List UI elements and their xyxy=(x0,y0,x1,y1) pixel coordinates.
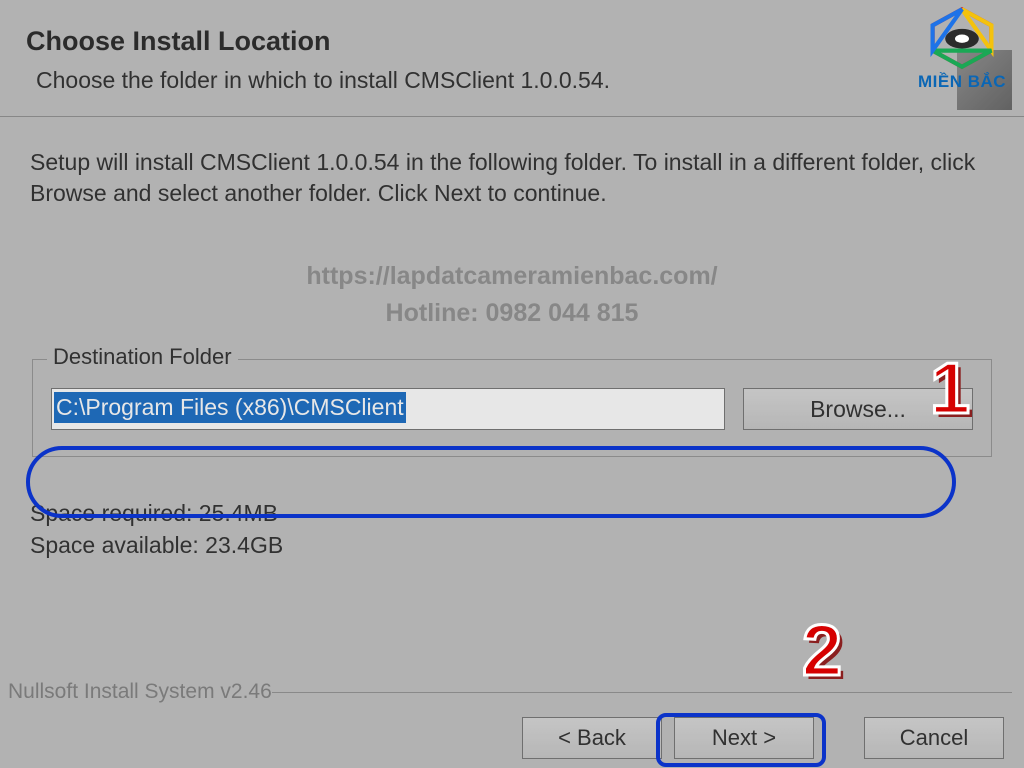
install-path-input[interactable]: C:\Program Files (x86)\CMSClient xyxy=(51,388,725,430)
wizard-body: Setup will install CMSClient 1.0.0.54 in… xyxy=(0,117,1024,561)
page-subtitle: Choose the folder in which to install CM… xyxy=(36,67,998,94)
browse-button[interactable]: Browse... xyxy=(743,388,973,430)
cancel-button[interactable]: Cancel xyxy=(864,717,1004,759)
back-button[interactable]: < Back xyxy=(522,717,662,759)
space-required: Space required: 25.4MB xyxy=(30,497,994,529)
wizard-header: Choose Install Location Choose the folde… xyxy=(0,8,1024,116)
disk-space-info: Space required: 25.4MB Space available: … xyxy=(30,497,994,561)
footer-separator xyxy=(272,692,1012,693)
nsis-footer-text: Nullsoft Install System v2.46 xyxy=(8,680,272,704)
installer-header-icon xyxy=(957,50,1012,110)
install-path-value: C:\Program Files (x86)\CMSClient xyxy=(54,392,406,423)
page-title: Choose Install Location xyxy=(26,26,998,57)
destination-folder-group: Destination Folder C:\Program Files (x86… xyxy=(32,359,992,457)
annotation-number-2: 2 xyxy=(802,610,842,692)
install-instructions: Setup will install CMSClient 1.0.0.54 in… xyxy=(30,147,994,209)
next-button[interactable]: Next > xyxy=(674,717,814,759)
space-available: Space available: 23.4GB xyxy=(30,529,994,561)
wizard-footer: < Back Next > Cancel xyxy=(0,708,1024,768)
destination-folder-label: Destination Folder xyxy=(47,344,238,370)
